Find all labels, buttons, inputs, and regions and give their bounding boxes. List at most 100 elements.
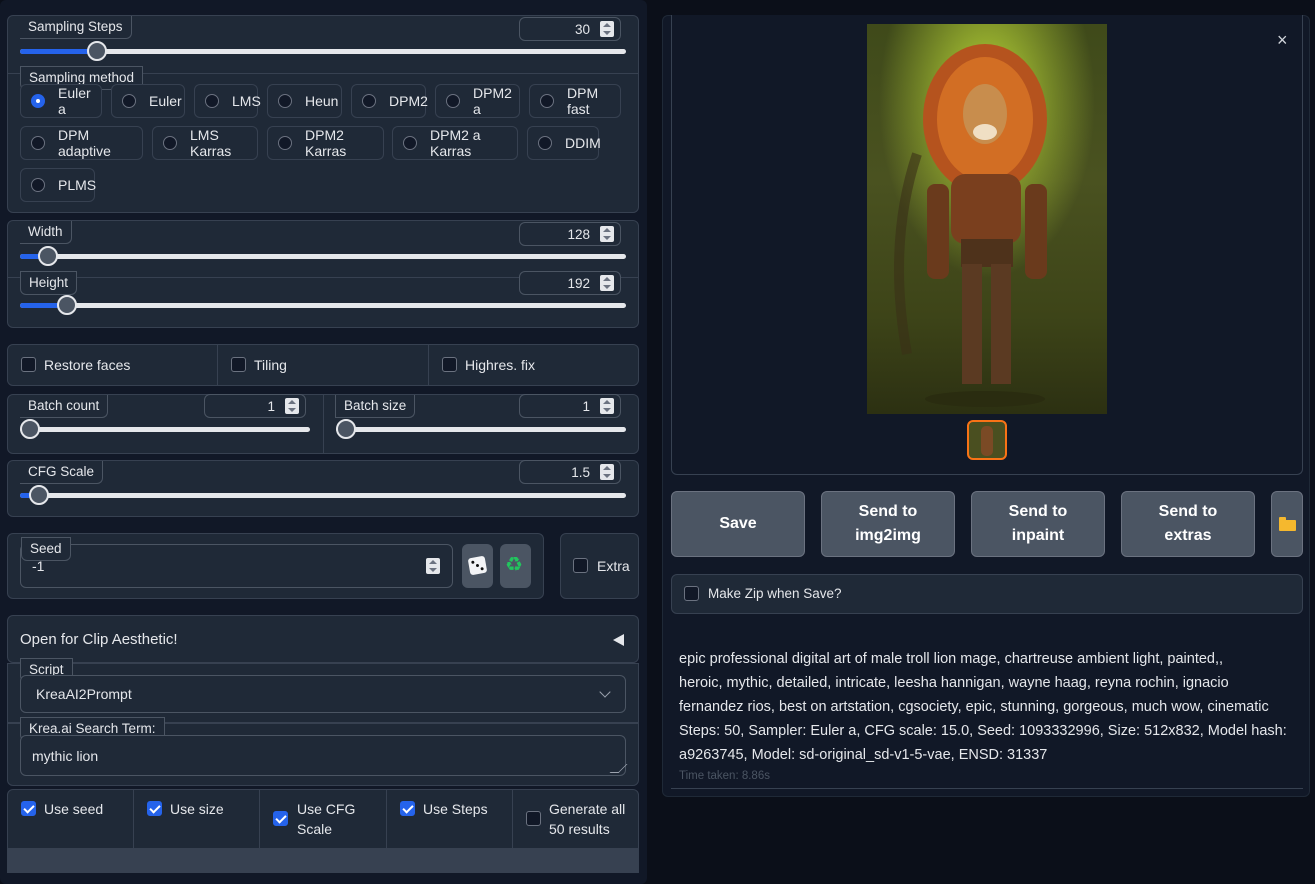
save-button[interactable]: Save — [671, 491, 805, 557]
radio-icon — [31, 94, 45, 108]
width-value: 128 — [567, 227, 590, 242]
height-input[interactable]: 192 — [519, 271, 621, 295]
spinner-icon[interactable] — [600, 398, 614, 414]
width-slider[interactable] — [20, 254, 626, 259]
divider — [671, 788, 1303, 789]
generate-all-checkbox[interactable] — [526, 811, 541, 826]
width-label: Width — [20, 221, 72, 244]
caret-left-icon[interactable] — [613, 634, 624, 646]
radio-icon — [278, 136, 292, 150]
save-label: Save — [719, 515, 757, 532]
cfg-scale-label: CFG Scale — [20, 461, 104, 484]
spinner-icon[interactable] — [285, 398, 299, 414]
radio-icon — [540, 94, 554, 108]
spinner-icon[interactable] — [600, 464, 614, 480]
use-seed-checkbox[interactable] — [21, 801, 36, 816]
use-cfg-label-line1: Use CFG — [297, 801, 356, 817]
dice-icon — [467, 555, 488, 576]
batch-size-input[interactable]: 1 — [519, 394, 621, 418]
divider — [217, 345, 218, 385]
height-slider[interactable] — [20, 303, 626, 308]
highres-fix-label: Highres. fix — [465, 357, 536, 373]
sampler-option-dpm-fast[interactable]: DPM fast — [529, 84, 621, 118]
generated-image[interactable] — [867, 24, 1107, 414]
sampler-label: LMS Karras — [190, 127, 232, 159]
use-steps-label: Use Steps — [423, 801, 488, 817]
send-to-extras-button[interactable]: Send to extras — [1121, 491, 1255, 557]
spinner-icon[interactable] — [600, 226, 614, 242]
seed-input-box[interactable] — [20, 544, 453, 588]
cfg-scale-slider[interactable] — [20, 493, 626, 498]
sampler-option-lms-karras[interactable]: LMS Karras — [152, 126, 258, 160]
slider-thumb[interactable] — [87, 41, 107, 61]
sampler-option-lms[interactable]: LMS — [194, 84, 261, 118]
spinner-icon[interactable] — [426, 558, 440, 574]
send-to-inpaint-button[interactable]: Send to inpaint — [971, 491, 1105, 557]
seed-value[interactable]: -1 — [32, 558, 44, 574]
button-label-line2: inpaint — [1011, 527, 1065, 544]
accordion-label: Open for Clip Aesthetic! — [20, 631, 178, 648]
batch-size-slider[interactable] — [336, 427, 626, 432]
highres-fix-checkbox[interactable] — [442, 357, 457, 372]
sampler-option-euler-a[interactable]: Euler a — [20, 84, 102, 118]
open-folder-button[interactable] — [1271, 491, 1303, 557]
sampler-option-dpm2[interactable]: DPM2 — [351, 84, 428, 118]
button-label-line1: Send to — [858, 503, 918, 520]
dice-pip — [480, 567, 484, 571]
batch-count-slider[interactable] — [20, 427, 310, 432]
batch-count-input[interactable]: 1 — [204, 394, 306, 418]
divider — [428, 345, 429, 385]
send-to-img2img-button[interactable]: Send to img2img — [821, 491, 955, 557]
sampler-option-ddim[interactable]: DDIM — [527, 126, 601, 160]
cfg-scale-input[interactable]: 1.5 — [519, 460, 621, 484]
slider-thumb[interactable] — [38, 246, 58, 266]
restore-faces-label: Restore faces — [44, 357, 131, 373]
sampling-steps-value: 30 — [574, 22, 590, 37]
sampler-label: Heun — [305, 93, 339, 109]
divider — [512, 790, 513, 848]
use-size-checkbox[interactable] — [147, 801, 162, 816]
divider — [133, 790, 134, 848]
sampler-option-dpm2-a-karras[interactable]: DPM2 a Karras — [392, 126, 518, 160]
slider-thumb[interactable] — [336, 419, 356, 439]
sampling-steps-label: Sampling Steps — [20, 16, 132, 39]
sampling-steps-slider[interactable] — [20, 49, 626, 54]
divider — [323, 395, 324, 453]
restore-faces-checkbox[interactable] — [21, 357, 36, 372]
krea-search-input[interactable] — [20, 735, 626, 776]
spinner-icon[interactable] — [600, 21, 614, 37]
slider-thumb[interactable] — [29, 485, 49, 505]
sampler-option-dpm2-a[interactable]: DPM2 a — [435, 84, 520, 118]
sampler-option-dpm2-karras[interactable]: DPM2 Karras — [267, 126, 384, 160]
bottom-strip — [7, 849, 639, 873]
use-cfg-label-line2: Scale — [297, 821, 333, 837]
sampler-option-dpm-adaptive[interactable]: DPM adaptive — [20, 126, 143, 160]
info-line-1: epic professional digital art of male tr… — [679, 651, 1224, 667]
use-cfg-scale-checkbox[interactable] — [273, 811, 288, 826]
sampler-option-plms[interactable]: PLMS — [20, 168, 96, 202]
use-steps-checkbox[interactable] — [400, 801, 415, 816]
spinner-icon[interactable] — [600, 275, 614, 291]
sampler-label: Euler — [149, 93, 182, 109]
recycle-icon: ♻ — [505, 554, 523, 576]
tiling-checkbox[interactable] — [231, 357, 246, 372]
info-line-4: Steps: 50, Sampler: Euler a, CFG scale: … — [679, 723, 1287, 739]
generate-all-label-line1: Generate all — [549, 801, 626, 817]
sampler-label: Euler a — [58, 85, 91, 117]
make-zip-checkbox[interactable] — [684, 586, 699, 601]
close-icon[interactable]: × — [1277, 30, 1288, 51]
sampling-steps-input[interactable]: 30 — [519, 17, 621, 41]
sampler-option-euler[interactable]: Euler — [111, 84, 185, 118]
folder-icon — [1279, 517, 1296, 531]
slider-thumb[interactable] — [57, 295, 77, 315]
radio-icon — [403, 136, 417, 150]
radio-icon — [538, 136, 552, 150]
slider-thumb[interactable] — [20, 419, 40, 439]
gallery-thumbnail[interactable] — [967, 420, 1007, 460]
make-zip-label: Make Zip when Save? — [708, 586, 842, 601]
width-input[interactable]: 128 — [519, 222, 621, 246]
button-label-line1: Send to — [1158, 503, 1218, 520]
extra-checkbox[interactable] — [573, 558, 588, 573]
divider — [259, 790, 260, 848]
sampler-option-heun[interactable]: Heun — [267, 84, 342, 118]
